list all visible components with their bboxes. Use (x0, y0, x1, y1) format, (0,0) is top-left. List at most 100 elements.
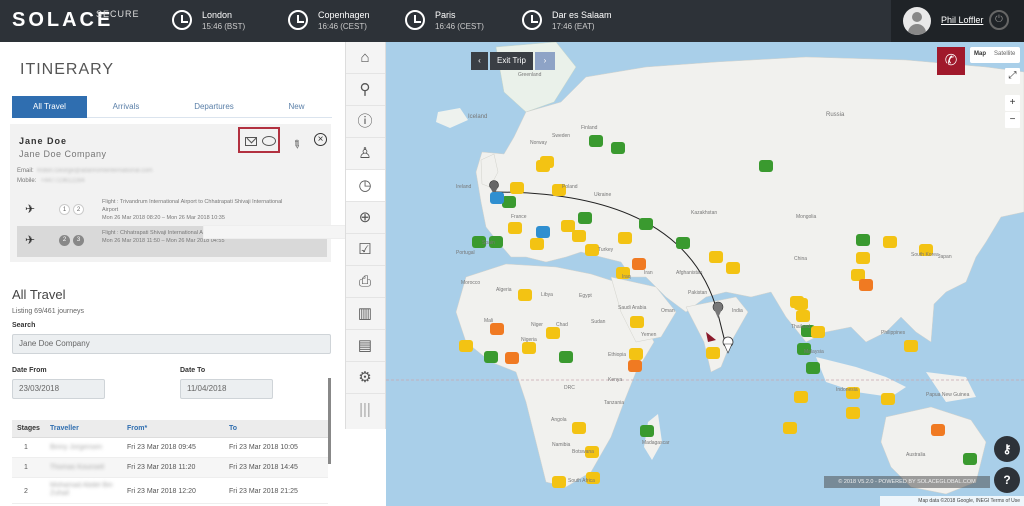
help-icon[interactable]: ? (994, 467, 1020, 493)
date-to-input[interactable]: 11/04/2018 (180, 379, 273, 399)
search-icon: ⚲ (359, 81, 371, 98)
column-header-traveller[interactable]: Traveller (50, 425, 79, 432)
zoom-out-button[interactable]: − (1005, 112, 1020, 128)
prev-trip-button[interactable]: ‹ (471, 52, 488, 70)
handle-icon: ||| (359, 401, 371, 418)
table-header: Stages Traveller From* To (12, 420, 328, 438)
map-label: Mali (484, 318, 494, 324)
next-trip-button[interactable]: › (535, 52, 555, 70)
map-label: Yemen (641, 332, 657, 338)
stage-badge: 3 (73, 235, 84, 246)
map-label: Spain (482, 240, 495, 246)
tool-reports[interactable]: ▥ (346, 298, 385, 330)
all-travel-title: All Travel (12, 287, 66, 302)
user-menu: Phil Loffler ⏻ (891, 0, 1024, 42)
map-label: Madagascar (642, 440, 670, 446)
tool-collapse[interactable]: ||| (346, 394, 385, 426)
map-label: Iran (644, 270, 653, 276)
tool-print[interactable]: ⎙ (346, 266, 385, 298)
cell-to: Fri 23 Mar 2018 10:05 (229, 444, 298, 451)
map-label: Ukraine (594, 192, 612, 198)
zoom-in-button[interactable]: + (1005, 95, 1020, 111)
copyright-text: © 2018 V5.2.0 - POWERED BY SOLACEGLOBAL.… (824, 476, 990, 488)
tool-settings[interactable]: ⚙ (346, 362, 385, 394)
cell-stage: 2 (24, 488, 28, 495)
tool-info[interactable]: ⓘ (346, 106, 385, 138)
table-row[interactable]: 1 Binny Jorgensen Fri 23 Mar 2018 09:45 … (12, 438, 328, 458)
close-icon[interactable]: × (314, 133, 327, 146)
itinerary-tabs: All Travel Arrivals Departures New (12, 96, 332, 118)
column-header-stages[interactable]: Stages (17, 425, 40, 432)
tab-departures[interactable]: Departures (184, 96, 244, 118)
person-icon: ♙ (358, 145, 372, 162)
map-label: Pakistan (688, 290, 708, 296)
map-label: Tanzania (604, 400, 625, 406)
clock-city: Copenhagen (318, 10, 370, 20)
stage-badge: 1 (59, 204, 70, 215)
home-icon: ⌂ (360, 49, 370, 66)
search-input[interactable]: Jane Doe Company (12, 334, 331, 354)
map-label: Sweden (552, 133, 571, 139)
map-label: Niger (531, 322, 543, 328)
map-label: Poland (562, 184, 578, 190)
exit-trip-button[interactable]: Exit Trip (490, 52, 533, 70)
envelope-icon[interactable] (245, 137, 257, 146)
tool-checklist[interactable]: ☑ (346, 234, 385, 266)
tool-home[interactable]: ⌂ (346, 42, 385, 74)
tool-search[interactable]: ⚲ (346, 74, 385, 106)
tool-history[interactable]: ◷ (346, 170, 385, 202)
mobile-label: Mobile: (17, 178, 37, 184)
clock-icon (522, 10, 542, 30)
clock-icon (288, 10, 308, 30)
tool-person[interactable]: ♙ (346, 138, 385, 170)
world-map[interactable]: Iceland Ireland Portugal Morocco Algeria… (386, 42, 1024, 506)
tab-all-travel[interactable]: All Travel (12, 96, 87, 118)
pin-icon[interactable]: ✎ (289, 137, 304, 152)
username-link[interactable]: Phil Loffler (941, 15, 983, 25)
traveller-company: Jane Doe Company (19, 149, 107, 159)
map-label: Iceland (468, 114, 488, 120)
landmass (436, 108, 468, 128)
map-label: Botswana (572, 449, 594, 455)
tool-news[interactable]: ▤ (346, 330, 385, 362)
listing-count: Listing 69/461 journeys (12, 308, 84, 315)
brand-tag: SECURE (96, 9, 140, 19)
top-bar: SOLACE SECURE London 15:46 (BST) Copenha… (0, 0, 1024, 42)
map-label: China (794, 256, 808, 262)
avatar[interactable] (903, 7, 931, 35)
map-label: Norway (530, 140, 547, 146)
traveller-card: Jane Doe Jane Doe Company Email: Robin.G… (10, 124, 331, 262)
fullscreen-icon[interactable]: ⤢ (1005, 68, 1020, 84)
column-header-from[interactable]: From* (127, 425, 147, 432)
map-label: Saudi Arabia (618, 305, 647, 311)
history-icon: ◷ (358, 177, 372, 194)
date-from-input[interactable]: 23/03/2018 (12, 379, 105, 399)
traveller-mobile[interactable]: +447723612284 (41, 178, 85, 184)
table-scrollbar[interactable] (328, 378, 331, 464)
map-type-satellite[interactable]: Satellite (994, 51, 1015, 57)
cell-traveller: Thomas Kounsell (50, 464, 105, 471)
traveller-email[interactable]: Robin.George@adanromliinternational.com (37, 168, 153, 174)
column-header-to[interactable]: To (229, 425, 237, 432)
tab-new[interactable]: New (274, 96, 319, 118)
tool-globe[interactable]: ⊕ (346, 202, 385, 234)
logout-icon[interactable]: ⏻ (989, 10, 1009, 30)
clock-time: 17:46 (EAT) (552, 22, 595, 31)
map-label: Angola (551, 417, 567, 423)
phone-icon[interactable]: ✆ (937, 47, 965, 75)
table-row[interactable]: 2 Mohamad Abdel Bin Zuhail Fri 23 Mar 20… (12, 478, 328, 504)
map-label: Philippines (881, 330, 906, 336)
flight-route: Flight : Trivandrum International Airpor… (102, 199, 283, 213)
flight-segment[interactable]: ✈ 1 2 Flight : Trivandrum International … (17, 195, 327, 226)
flight-details: Flight : Trivandrum International Airpor… (102, 198, 286, 222)
map-type-map[interactable]: Map (974, 51, 986, 57)
map-attribution[interactable]: Map data ©2018 Google, INEGI Terms of Us… (880, 496, 1024, 506)
clock-city: London (202, 10, 233, 20)
table-row[interactable]: 1 Thomas Kounsell Fri 23 Mar 2018 11:20 … (12, 458, 328, 478)
map-label: Egypt (579, 293, 592, 299)
chat-bubble-icon[interactable] (262, 136, 276, 146)
tab-arrivals[interactable]: Arrivals (96, 96, 156, 118)
key-icon[interactable]: ⚷ (994, 436, 1020, 462)
cell-from: Fri 23 Mar 2018 12:20 (127, 488, 196, 495)
clock-time: 15:46 (BST) (202, 22, 246, 31)
